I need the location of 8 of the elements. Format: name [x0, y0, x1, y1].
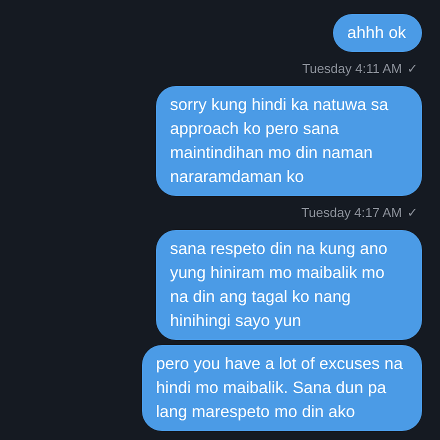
timestamp: Tuesday 4:17 AM — [301, 205, 402, 220]
message-bubble: sana respeto din na kung ano yung hiniram mo maibalik mo na din ang tagal ko nang hinihingi sayo yun — [156, 230, 422, 340]
message-bubble: ahhh ok — [333, 14, 422, 52]
check-mark: ✓ — [407, 61, 418, 76]
message-bubble: sorry kung hindi ka natuwa sa approach ko pero sana maintindihan mo din naman nararamdaman ko — [156, 86, 422, 196]
timestamp: Tuesday 4:11 AM — [302, 61, 402, 76]
message-bubble: pero you have a lot of excuses na hindi mo maibalik. Sana dun pa lang marespeto mo din ako — [142, 345, 422, 431]
check-mark: ✓ — [407, 205, 418, 220]
